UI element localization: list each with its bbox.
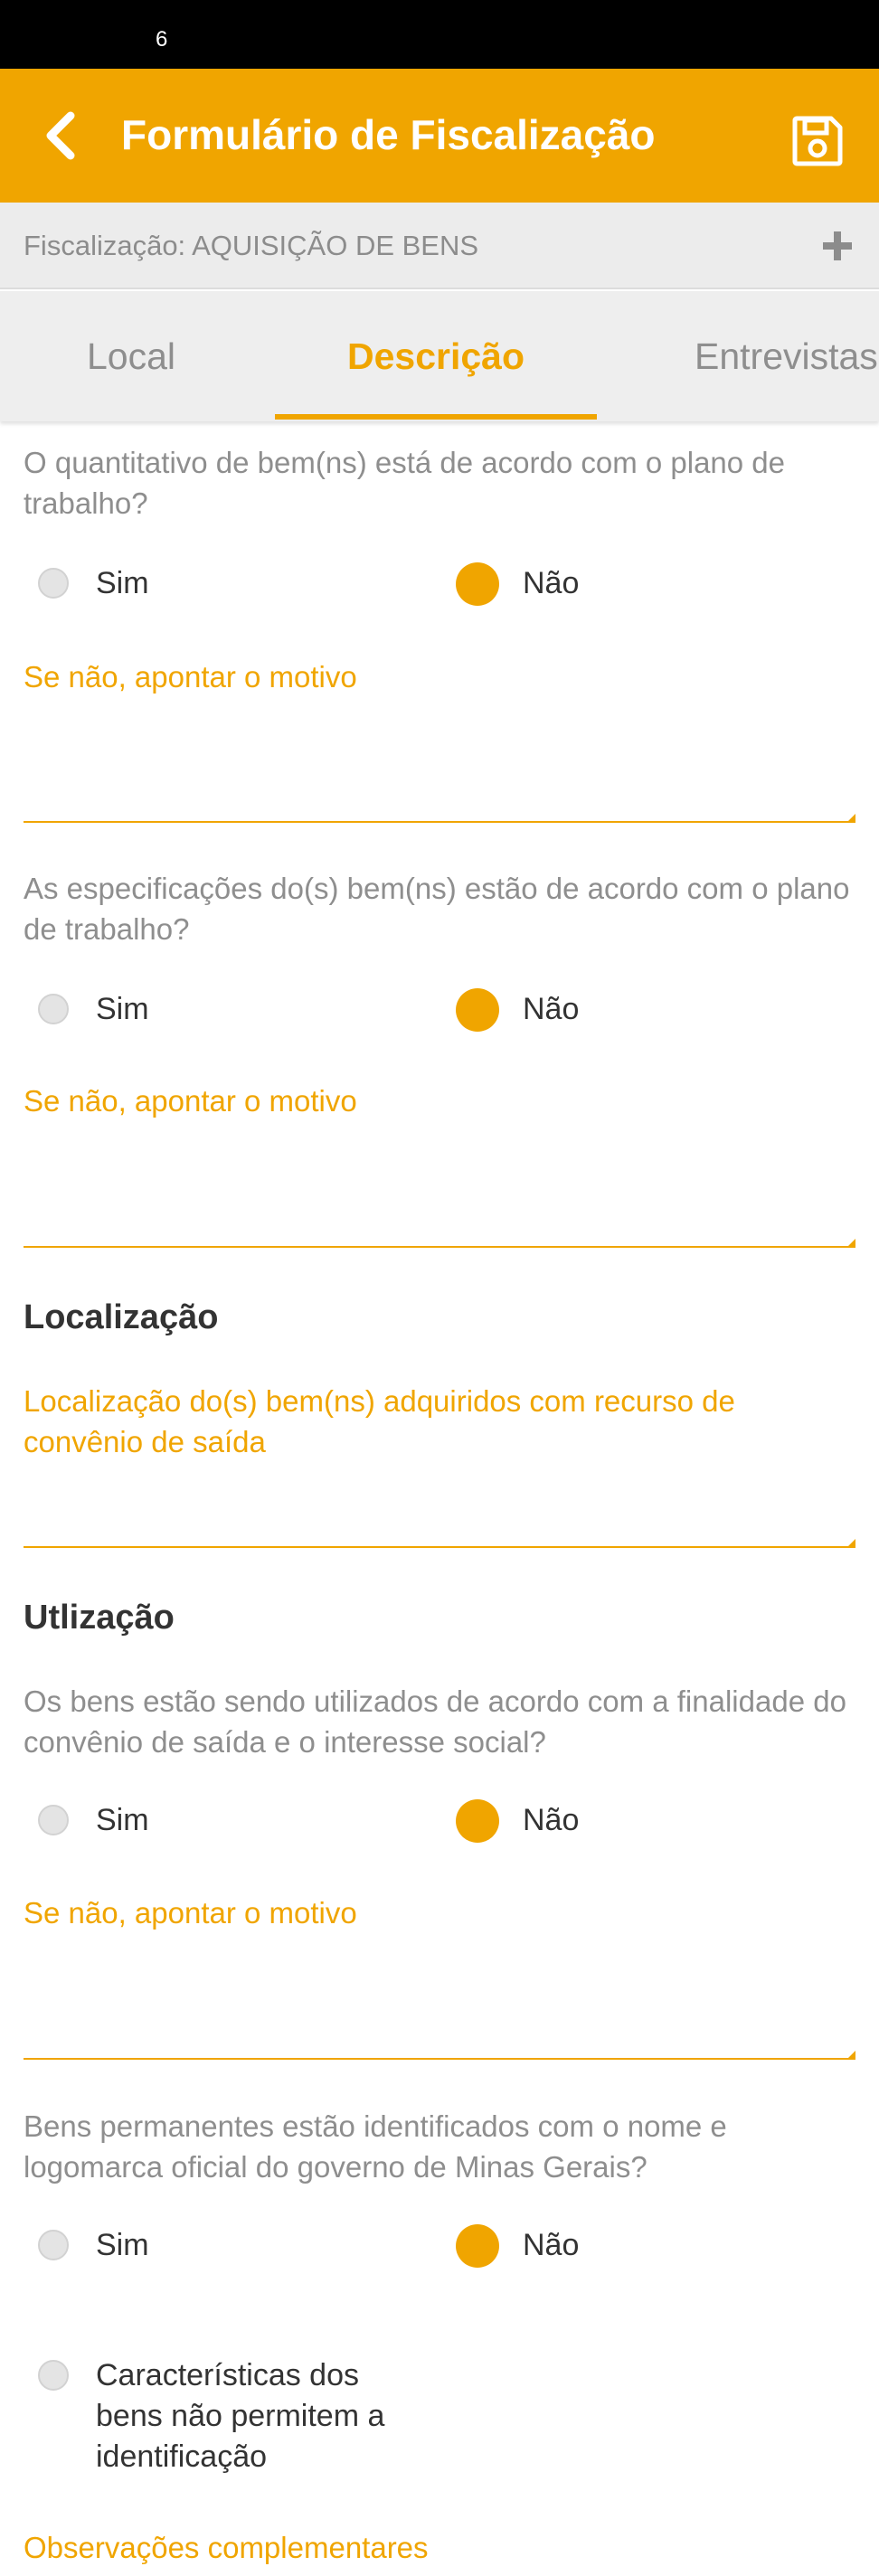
page-title: Formulário de Fiscalização — [121, 111, 656, 158]
sub-header: Fiscalização: AQUISIÇÃO DE BENS — [0, 203, 879, 289]
question-especificacoes: As especificações do(s) bem(ns) estão de… — [24, 872, 850, 946]
question-utilizacao: Os bens estão sendo utilizados de acordo… — [24, 1684, 846, 1759]
radio-nao[interactable] — [456, 2224, 499, 2268]
status-bar: 6 — [0, 0, 879, 69]
tab-descricao[interactable]: Descrição — [275, 291, 597, 421]
reason-label: Se não, apontar o motivo — [24, 1084, 357, 1118]
reason-input[interactable] — [24, 1139, 855, 1248]
add-button[interactable] — [814, 221, 861, 271]
radio-sim-label[interactable]: Sim — [96, 992, 149, 1027]
back-button[interactable] — [27, 101, 92, 170]
section-title-localizacao: Localização — [24, 1298, 219, 1336]
inspection-type-label: Fiscalização: AQUISIÇÃO DE BENS — [24, 230, 479, 261]
radio-nao-label[interactable]: Não — [523, 1803, 579, 1838]
section-title-utilizacao: Utlização — [24, 1599, 175, 1637]
localizacao-label: Localização do(s) bem(ns) adquiridos com… — [24, 1384, 735, 1458]
status-number: 6 — [156, 27, 168, 52]
reason-input[interactable] — [24, 1951, 855, 2060]
reason-input[interactable] — [24, 714, 855, 823]
radio-caracteristicas[interactable] — [38, 2360, 69, 2391]
radio-caracteristicas-label[interactable]: Características dos bens não permitem a … — [96, 2355, 403, 2477]
radio-sim[interactable] — [38, 994, 69, 1024]
radio-sim[interactable] — [38, 1805, 69, 1835]
plus-icon — [823, 231, 852, 260]
tab-bar: Local Descrição Entrevistas — [0, 291, 879, 421]
localizacao-input[interactable] — [24, 1467, 855, 1548]
tab-local[interactable]: Local — [0, 291, 262, 421]
active-tab-indicator — [275, 414, 597, 420]
radio-sim-label[interactable]: Sim — [96, 2228, 149, 2263]
observacoes-label: Observações complementares — [24, 2531, 429, 2564]
floppy-disk-icon — [792, 116, 843, 166]
radio-nao[interactable] — [456, 1799, 499, 1843]
save-button[interactable] — [785, 109, 850, 174]
radio-sim-label[interactable]: Sim — [96, 1803, 149, 1838]
reason-label: Se não, apontar o motivo — [24, 660, 357, 694]
app-bar: Formulário de Fiscalização — [0, 69, 879, 203]
resize-handle[interactable] — [848, 814, 855, 821]
radio-sim[interactable] — [38, 2230, 69, 2260]
question-quantitativo: O quantitativo de bem(ns) está de acordo… — [24, 446, 785, 520]
resize-handle[interactable] — [848, 1239, 855, 1246]
radio-sim[interactable] — [38, 568, 69, 599]
radio-nao-label[interactable]: Não — [523, 566, 579, 601]
radio-nao[interactable] — [456, 988, 499, 1032]
chevron-left-icon — [46, 111, 75, 160]
radio-nao-label[interactable]: Não — [523, 2228, 579, 2263]
tab-entrevistas[interactable]: Entrevistas — [676, 291, 879, 421]
reason-label: Se não, apontar o motivo — [24, 1896, 357, 1930]
radio-nao[interactable] — [456, 562, 499, 606]
radio-sim-label[interactable]: Sim — [96, 566, 149, 601]
radio-nao-label[interactable]: Não — [523, 992, 579, 1027]
resize-handle[interactable] — [848, 2051, 855, 2058]
question-identificacao: Bens permanentes estão identificados com… — [24, 2109, 727, 2184]
resize-handle[interactable] — [848, 1539, 855, 1546]
